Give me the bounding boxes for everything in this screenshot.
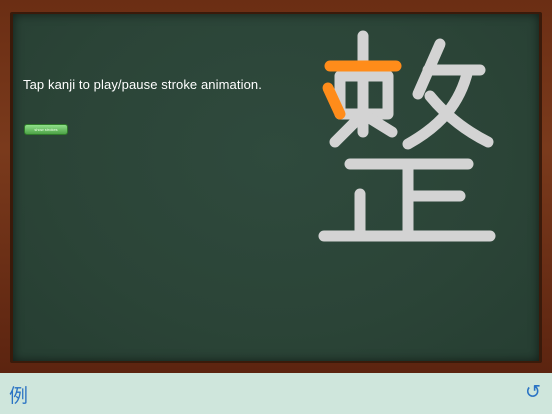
stroke-order-button[interactable]: show strokes — [24, 124, 68, 135]
kanji-glyph — [318, 30, 496, 242]
reset-button[interactable]: ↺ — [525, 381, 541, 403]
example-button[interactable]: 例 — [9, 381, 28, 408]
instruction-text: Tap kanji to play/pause stroke animation… — [23, 77, 262, 92]
kanji-character[interactable] — [300, 14, 500, 254]
bottom-toolbar — [0, 373, 552, 414]
